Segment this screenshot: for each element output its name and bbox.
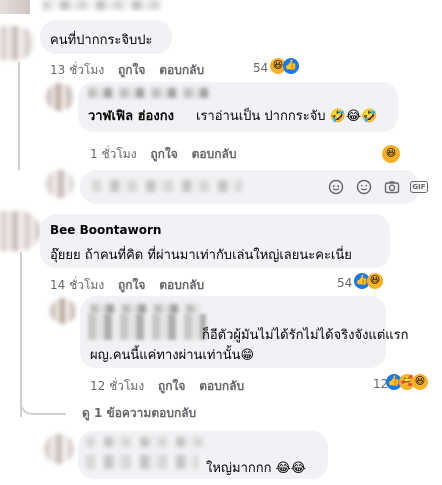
composer-placeholder-blurred [92, 180, 242, 192]
comment-bubble: คนที่ปากกระจิบปะ [40, 20, 172, 54]
comment-meta: 1 ชั่วโมง ถูกใจ ตอบกลับ [90, 145, 236, 164]
top-blurred-content [42, 0, 162, 10]
like-button[interactable]: ถูกใจ [150, 147, 177, 161]
reply-button[interactable]: ตอบกลับ [159, 63, 204, 77]
comment-text-line1: ก็อีตัวผู้มันไม่ได้รักไม่ได้จริงจังแต่แร… [202, 328, 409, 343]
thread-line [20, 252, 22, 417]
reaction-icons[interactable]: 👍 🥰 😆 [386, 374, 428, 390]
blurred-author-tag [88, 88, 208, 98]
view-replies-button[interactable]: ดู 1 ข้อความตอบกลับ [82, 404, 196, 423]
haha-icon: 😆 [412, 374, 428, 390]
reply-button[interactable]: ตอบกลับ [159, 278, 204, 292]
reaction-count[interactable]: 54 [253, 61, 268, 75]
comment-meta: 13 ชั่วโมง ถูกใจ ตอบกลับ [50, 61, 204, 80]
reply-button[interactable]: ตอบกลับ [192, 147, 237, 161]
comment-text-line2: ผญ.คนนี้แค่ทางผ่านเท่านั้น😁 [90, 348, 255, 363]
thread-line [18, 62, 20, 170]
avatar[interactable] [0, 211, 40, 251]
gif-icon[interactable]: GIF [410, 179, 428, 195]
emoji-icon[interactable] [356, 179, 372, 195]
comment-text: อุ๊ยยย ถ้าคนที่คิด ที่ผ่านมาเท่ากับเล่นใ… [50, 248, 352, 263]
thread-connector [20, 395, 66, 415]
comment-text: คนที่ปากกระจิบปะ [50, 33, 153, 48]
haha-icon: 😆 [382, 145, 400, 163]
blurred-text-prefix [86, 455, 198, 469]
like-icon: 👍 [283, 58, 299, 74]
view-replies-label: ดู 1 ข้อความตอบกลับ [82, 406, 197, 420]
comment-bubble: วาฬเฟิล ฮ่องกง เราอ่านเป็น ปากกระจับ 🤣😂🤣 [78, 82, 398, 132]
comment-text: ใหญ่มากกก 😂😂 [206, 461, 306, 476]
reaction-icons[interactable]: 😆 [382, 141, 400, 163]
avatar[interactable] [50, 298, 76, 324]
composer-avatar [46, 170, 74, 198]
comment-author[interactable]: วาฬเฟิล ฮ่องกง [88, 105, 174, 126]
comment-bubble: ใหญ่มากกก 😂😂 [78, 431, 328, 479]
like-button[interactable]: ถูกใจ [118, 278, 145, 292]
avatar[interactable] [46, 83, 74, 111]
comment-author[interactable]: Bee Boontaworn [50, 223, 161, 237]
comment-composer[interactable]: GIF [80, 170, 428, 204]
reaction-icons[interactable]: 😆 👍 [270, 58, 299, 74]
blurred-author-name [86, 437, 206, 447]
gif-label: GIF [410, 181, 428, 193]
avatar[interactable] [0, 26, 34, 60]
camera-icon[interactable] [384, 179, 400, 195]
avatar[interactable] [44, 434, 74, 464]
like-button[interactable]: ถูกใจ [118, 63, 145, 77]
comment-time[interactable]: 12 ชั่วโมง [90, 379, 144, 393]
haha-icon: 😆 [367, 273, 383, 289]
reaction-icons[interactable]: 👍 😆 [354, 273, 383, 289]
like-button[interactable]: ถูกใจ [158, 379, 185, 393]
comment-time[interactable]: 1 ชั่วโมง [90, 147, 137, 161]
top-avatar[interactable] [0, 0, 30, 14]
comment-meta: 12 ชั่วโมง ถูกใจ ตอบกลับ [90, 377, 244, 396]
sticker-icon[interactable] [328, 179, 344, 195]
blurred-author-name [90, 304, 200, 314]
reply-button[interactable]: ตอบกลับ [199, 379, 244, 393]
comment-bubble: ก็อีตัวผู้มันไม่ได้รักไม่ได้จริงจังแต่แร… [80, 296, 409, 368]
comment-time[interactable]: 13 ชั่วโมง [50, 63, 104, 77]
blurred-author-block [88, 314, 206, 340]
comment-bubble: Bee Boontaworn อุ๊ยยย ถ้าคนที่คิด ที่ผ่า… [40, 214, 390, 268]
comment-time[interactable]: 14 ชั่วโมง [50, 278, 104, 292]
reaction-count[interactable]: 54 [337, 276, 352, 290]
comment-meta: 14 ชั่วโมง ถูกใจ ตอบกลับ [50, 276, 204, 295]
comment-text: เราอ่านเป็น ปากกระจับ 🤣😂🤣 [196, 109, 378, 124]
